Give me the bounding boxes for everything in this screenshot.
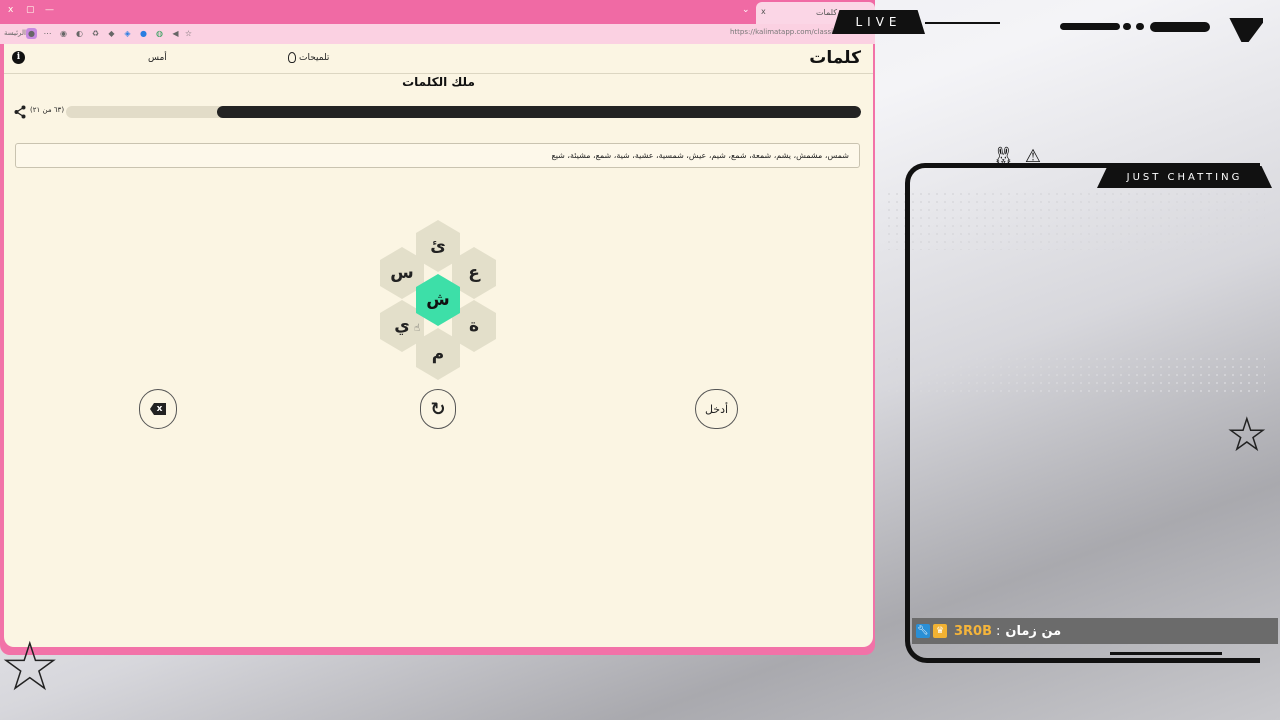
progress-fill (217, 106, 861, 118)
info-icon[interactable]: i (12, 51, 25, 64)
url-text: https://kalimatapp.com/classic (730, 28, 837, 36)
shuffle-button[interactable]: ↻ (420, 389, 456, 429)
shuffle-icon: ↻ (430, 398, 446, 420)
hints-button[interactable]: تلميحات (288, 52, 329, 63)
enter-button[interactable]: أدخل (695, 389, 738, 429)
star-icon: ★ (1227, 409, 1266, 460)
lightbulb-icon (288, 52, 296, 63)
browser-window: x ▢ — ⌄ x كلمات الرئيسة ● ⋯ ◉ ◐ ♻ ◆ ◈ ● … (0, 0, 875, 655)
decorative-line (925, 22, 1000, 24)
star-icon: ★ (1, 629, 58, 704)
backspace-icon: x (150, 403, 166, 415)
decorative-shape (1229, 18, 1263, 42)
found-words-list[interactable]: شمس، مشمش، يشم، شمعة، شمع، شيم، عيش، شمس… (15, 143, 860, 168)
mouse-cursor-icon: ☝ (414, 323, 421, 334)
bookmark-star-icon[interactable]: ☆ (183, 28, 194, 39)
yesterday-link[interactable]: أمس (148, 53, 167, 63)
delete-button[interactable]: x (139, 389, 177, 429)
chat-message: 🔧︎ ♛ 3R0B : من زمان (912, 618, 1278, 644)
share-icon[interactable] (14, 105, 26, 119)
chat-username: 3R0B (954, 623, 993, 639)
extension-icon[interactable]: ● (138, 28, 149, 39)
live-badge: LIVE (832, 10, 925, 34)
chat-text: من زمان (1005, 623, 1062, 639)
extension-icon[interactable]: ◀ (170, 28, 181, 39)
extension-icon[interactable]: ◐ (74, 28, 85, 39)
progress-bar (66, 106, 861, 118)
moderator-badge-icon: 🔧︎ (916, 624, 930, 638)
extension-icon[interactable]: ◍ (154, 28, 165, 39)
url-bar[interactable]: https://kalimatapp.com/classic 🔒︎ (730, 28, 843, 37)
chat-frame (905, 163, 1260, 663)
decorative-dot (1123, 23, 1131, 30)
restore-window-icon[interactable]: ▢ (26, 5, 35, 15)
enter-label: أدخل (704, 402, 729, 416)
decorative-line (1060, 23, 1120, 30)
tab-list-icon[interactable]: ⌄ (742, 5, 750, 15)
app-page: i أمس تلميحات كلمات ملك الكلمات (٦٣ من ٢… (4, 44, 873, 647)
warning-icon: ⚠︎ (1024, 146, 1041, 167)
decorative-dot (1136, 23, 1144, 30)
extension-icon[interactable]: ● (26, 28, 37, 39)
extension-icon[interactable]: ◈ (122, 28, 133, 39)
browser-toolbar: الرئيسة ● ⋯ ◉ ◐ ♻ ◆ ◈ ● ◍ ◀ ☆ https://ka… (0, 24, 875, 44)
close-tab-icon[interactable]: x (761, 7, 766, 16)
tab-title: كلمات (816, 8, 838, 17)
hints-label: تلميحات (299, 53, 330, 63)
rank-title: ملك الكلمات (402, 75, 475, 89)
extension-icon[interactable]: ◆ (106, 28, 117, 39)
chat-separator: : (996, 623, 1001, 639)
tab-bar: x ▢ — ⌄ x كلمات (0, 0, 875, 24)
close-window-icon[interactable]: x (8, 5, 13, 15)
more-icon[interactable]: ⋯ (42, 28, 53, 39)
progress-label: (٦٣ من ٢١) (30, 106, 65, 114)
decorative-line (1150, 22, 1210, 32)
bookmark-home[interactable]: الرئيسة (4, 29, 26, 37)
category-label: JUST CHATTING (1097, 166, 1272, 188)
app-logo: كلمات (809, 48, 861, 68)
decorative-line (1110, 652, 1222, 655)
profile-icon[interactable]: ◉ (58, 28, 69, 39)
crown-badge-icon: ♛ (933, 624, 947, 638)
rabbit-icon: 🐰︎ (992, 146, 1015, 167)
chat-icons: 🐰︎ ⚠︎ (992, 146, 1051, 167)
app-header: i أمس تلميحات كلمات (4, 44, 873, 74)
extension-icon[interactable]: ♻ (90, 28, 101, 39)
minimize-window-icon[interactable]: — (45, 5, 54, 15)
